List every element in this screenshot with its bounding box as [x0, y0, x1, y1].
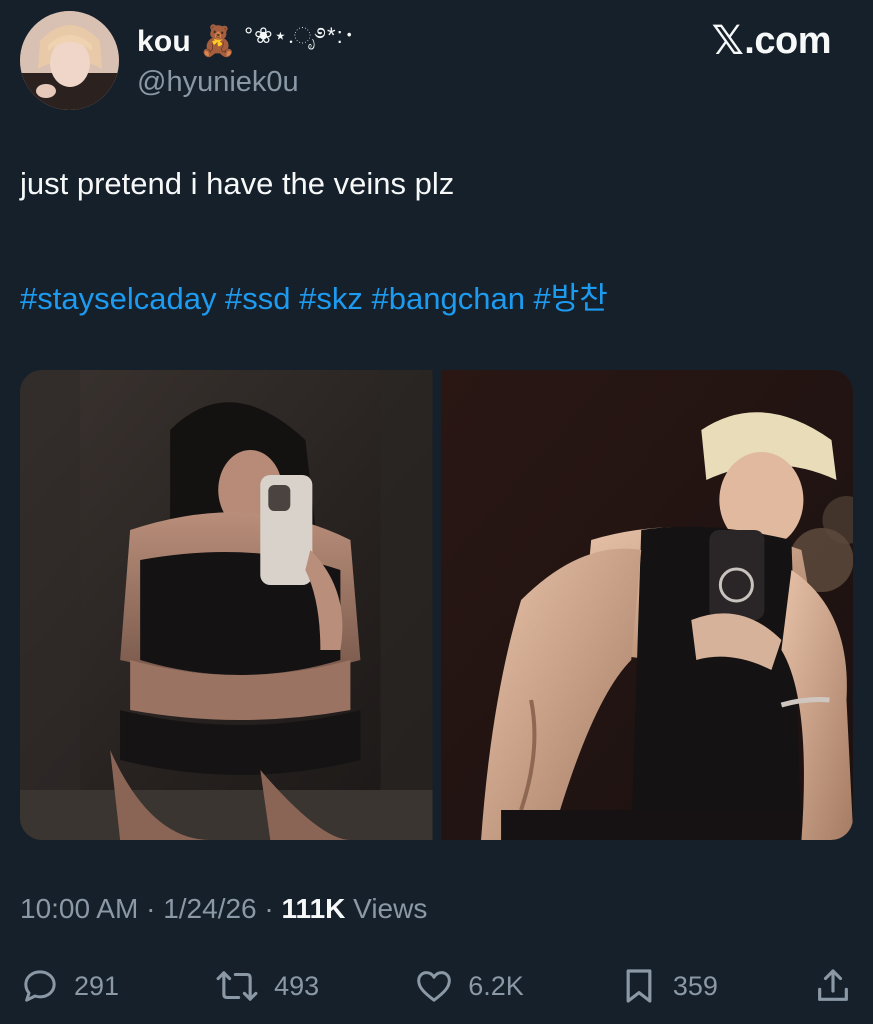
avatar[interactable]	[20, 11, 119, 110]
views-count: 111K	[281, 893, 346, 924]
repost-button[interactable]: 493	[214, 966, 319, 1006]
reply-icon	[24, 970, 56, 1002]
action-bar: 291 493 6.2K 359	[20, 960, 853, 1012]
meta-separator: ·	[146, 893, 156, 924]
reply-button[interactable]: 291	[20, 966, 119, 1006]
repost-icon	[216, 971, 258, 1001]
reply-count: 291	[74, 970, 120, 1001]
x-logo: 𝕏 .com	[711, 18, 832, 64]
like-button[interactable]: 6.2K	[414, 966, 524, 1006]
teddy-bear-emoji: 🧸	[198, 25, 237, 58]
bookmark-icon	[626, 969, 652, 1003]
like-count: 6.2K	[468, 970, 524, 1001]
author-display-name[interactable]: kou	[137, 25, 191, 59]
tweet-meta: 10:00 AM · 1/24/26 · 111K Views	[20, 893, 427, 925]
repost-count: 493	[274, 970, 320, 1001]
share-button[interactable]	[813, 966, 853, 1006]
tweet-date[interactable]: 1/24/26	[163, 893, 256, 924]
bookmark-button[interactable]: 359	[619, 966, 718, 1006]
heart-icon	[417, 971, 452, 1002]
media-photo-left[interactable]	[20, 370, 433, 840]
views-label: Views	[353, 893, 428, 924]
author-handle[interactable]: @hyuniek0u	[137, 66, 299, 99]
bookmark-count: 359	[672, 970, 718, 1001]
author-name-row[interactable]: kou 🧸 °❀⋆.ೃ࿔*:･	[137, 22, 356, 62]
x-logo-suffix: .com	[744, 19, 831, 62]
share-icon	[818, 969, 848, 1001]
tweet-time[interactable]: 10:00 AM	[20, 893, 138, 924]
name-decoration: °❀⋆.ೃ࿔*:･	[244, 23, 356, 48]
tweet-hashtags[interactable]: #stayselcaday #ssd #skz #bangchan #방찬	[20, 273, 608, 318]
x-logo-icon: 𝕏	[711, 19, 744, 63]
media-grid	[20, 370, 853, 840]
media-photo-right[interactable]	[440, 370, 853, 840]
tweet-text: just pretend i have the veins plz	[20, 166, 455, 201]
meta-separator: ·	[264, 893, 274, 924]
